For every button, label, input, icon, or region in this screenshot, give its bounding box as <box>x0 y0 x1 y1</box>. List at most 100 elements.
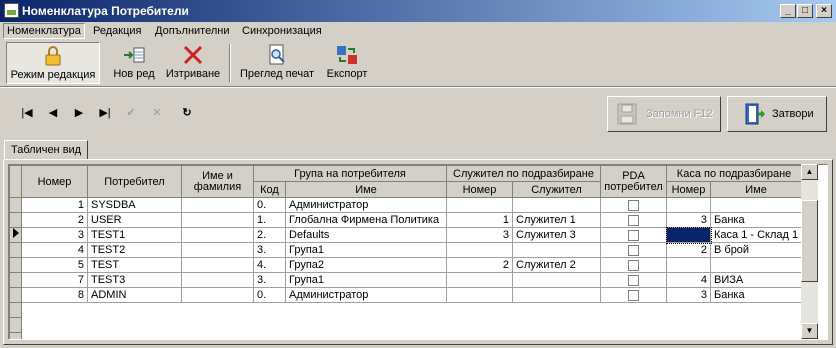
pda-checkbox[interactable] <box>628 259 639 271</box>
table-row[interactable]: 7 TEST3 3. Група1 4 ВИЗА <box>9 272 803 288</box>
table-row[interactable]: 4 TEST2 3. Група1 2 В брой <box>9 242 803 258</box>
cell-group-name[interactable]: Администратор <box>285 197 447 213</box>
cell-group-code[interactable]: 1. <box>253 212 286 228</box>
cell-cash-number[interactable] <box>666 257 711 273</box>
cell-group-code[interactable]: 4. <box>253 257 286 273</box>
cell-emp-name[interactable] <box>512 242 601 258</box>
cell-group-code[interactable]: 3. <box>253 272 286 288</box>
first-record-icon[interactable]: |◀ <box>16 103 38 123</box>
cell-emp-number[interactable] <box>446 242 513 258</box>
users-grid[interactable]: Номер Потребител Име и фамилия Група на … <box>8 164 828 340</box>
cell-pda[interactable] <box>600 227 667 243</box>
cell-fullname[interactable] <box>181 257 254 273</box>
cell-user[interactable]: TEST2 <box>87 242 182 258</box>
pda-checkbox[interactable] <box>628 274 639 286</box>
col-pda-header[interactable]: PDA потребител <box>600 165 667 198</box>
cell-emp-name[interactable]: Служител 2 <box>512 257 601 273</box>
post-check-icon[interactable]: ✔ <box>120 103 142 123</box>
cell-emp-number[interactable] <box>446 287 513 303</box>
cell-number[interactable]: 7 <box>21 272 88 288</box>
cell-cash-number[interactable] <box>665 226 712 244</box>
prior-record-icon[interactable]: ◀ <box>42 103 64 123</box>
cell-number[interactable]: 5 <box>21 257 88 273</box>
pda-checkbox[interactable] <box>628 214 639 226</box>
cell-cash-number[interactable] <box>666 197 711 213</box>
table-row[interactable]: 2 USER 1. Глобална Фирмена Политика 1 Служите… <box>9 212 803 228</box>
cell-group-code[interactable]: 0. <box>253 287 286 303</box>
cell-emp-number[interactable]: 1 <box>446 212 513 228</box>
cell-cash-name[interactable] <box>709 257 803 273</box>
cell-group-name[interactable]: Група1 <box>285 272 447 288</box>
edit-mode-button[interactable]: Режим редакция <box>6 42 100 84</box>
cell-cash-name[interactable]: Банка <box>709 287 803 303</box>
pda-checkbox[interactable] <box>628 199 639 211</box>
cell-group-code[interactable]: 0. <box>253 197 286 213</box>
delete-button[interactable]: Изтриване <box>162 42 224 84</box>
menu-nomenclature[interactable]: Номенклатура <box>3 23 85 39</box>
menu-sync[interactable]: Синхронизация <box>239 23 325 39</box>
cancel-x-icon[interactable]: ✕ <box>146 103 168 123</box>
col-user-header[interactable]: Потребител <box>87 165 182 198</box>
cell-group-name[interactable]: Глобална Фирмена Политика <box>285 212 447 228</box>
cell-pda[interactable] <box>600 272 667 288</box>
cell-fullname[interactable] <box>181 212 254 228</box>
cell-pda[interactable] <box>600 212 667 228</box>
cell-emp-name[interactable] <box>512 197 601 213</box>
col-emp-name-header[interactable]: Служител <box>512 181 601 198</box>
cell-emp-name[interactable] <box>512 272 601 288</box>
cell-cash-name[interactable]: Каса 1 - Склад 1 <box>709 227 803 243</box>
menu-additional[interactable]: Допълнителни <box>152 23 232 39</box>
cell-fullname[interactable] <box>181 272 254 288</box>
cell-cash-number[interactable]: 4 <box>666 272 711 288</box>
cell-cash-number[interactable]: 3 <box>666 212 711 228</box>
cell-pda[interactable] <box>600 197 667 213</box>
table-row[interactable]: 3 TEST1 2. Defaults 3 Служител 3 Каса 1 - Скла… <box>9 226 803 244</box>
close-window-button[interactable]: × <box>816 4 832 18</box>
scroll-up-icon[interactable]: ▲ <box>801 164 818 180</box>
cell-user[interactable]: TEST3 <box>87 272 182 288</box>
last-record-icon[interactable]: ▶| <box>94 103 116 123</box>
export-button[interactable]: Експорт <box>322 42 372 84</box>
next-record-icon[interactable]: ▶ <box>68 103 90 123</box>
col-group-name-header[interactable]: Име <box>285 181 447 198</box>
cell-emp-name[interactable]: Служител 1 <box>512 212 601 228</box>
cell-cash-number[interactable]: 2 <box>666 242 711 258</box>
cell-group-name[interactable]: Администратор <box>285 287 447 303</box>
scroll-thumb[interactable] <box>801 200 818 282</box>
cell-number[interactable]: 8 <box>21 287 88 303</box>
col-group-header[interactable]: Група на потребителя <box>253 165 447 182</box>
pda-checkbox[interactable] <box>628 289 639 301</box>
col-cash-number-header[interactable]: Номер <box>666 181 711 198</box>
cell-fullname[interactable] <box>181 197 254 213</box>
col-cash-name-header[interactable]: Име <box>709 181 803 198</box>
cell-user[interactable]: TEST <box>87 257 182 273</box>
cell-pda[interactable] <box>600 287 667 303</box>
cell-group-name[interactable]: Група1 <box>285 242 447 258</box>
cell-group-name[interactable]: Defaults <box>285 227 447 243</box>
cell-fullname[interactable] <box>181 242 254 258</box>
cell-emp-name[interactable] <box>512 287 601 303</box>
menu-edit[interactable]: Редакция <box>90 23 144 39</box>
cell-fullname[interactable] <box>181 227 254 243</box>
cell-pda[interactable] <box>600 257 667 273</box>
table-row[interactable]: 8 ADMIN 0. Администратор 3 Банка <box>9 287 803 303</box>
cell-group-code[interactable]: 2. <box>253 227 286 243</box>
cell-user[interactable]: TEST1 <box>87 227 182 243</box>
cell-group-code[interactable]: 3. <box>253 242 286 258</box>
col-fullname-header[interactable]: Име и фамилия <box>181 165 254 198</box>
tab-table-view[interactable]: Табличен вид <box>4 140 89 160</box>
cell-cash-name[interactable]: В брой <box>709 242 803 258</box>
cell-group-name[interactable]: Група2 <box>285 257 447 273</box>
save-button[interactable]: Запомни F12 <box>607 96 721 132</box>
col-emp-number-header[interactable]: Номер <box>446 181 513 198</box>
cell-number[interactable]: 4 <box>21 242 88 258</box>
table-row[interactable]: 5 TEST 4. Група2 2 Служител 2 <box>9 257 803 273</box>
scroll-down-icon[interactable]: ▼ <box>801 323 818 339</box>
cell-cash-name[interactable]: ВИЗА <box>709 272 803 288</box>
col-employee-header[interactable]: Служител по подразбиране <box>446 165 601 182</box>
col-group-code-header[interactable]: Код <box>253 181 286 198</box>
cell-emp-number[interactable]: 3 <box>446 227 513 243</box>
pda-checkbox[interactable] <box>628 229 639 241</box>
cell-user[interactable]: SYSDBA <box>87 197 182 213</box>
cell-number[interactable]: 2 <box>21 212 88 228</box>
